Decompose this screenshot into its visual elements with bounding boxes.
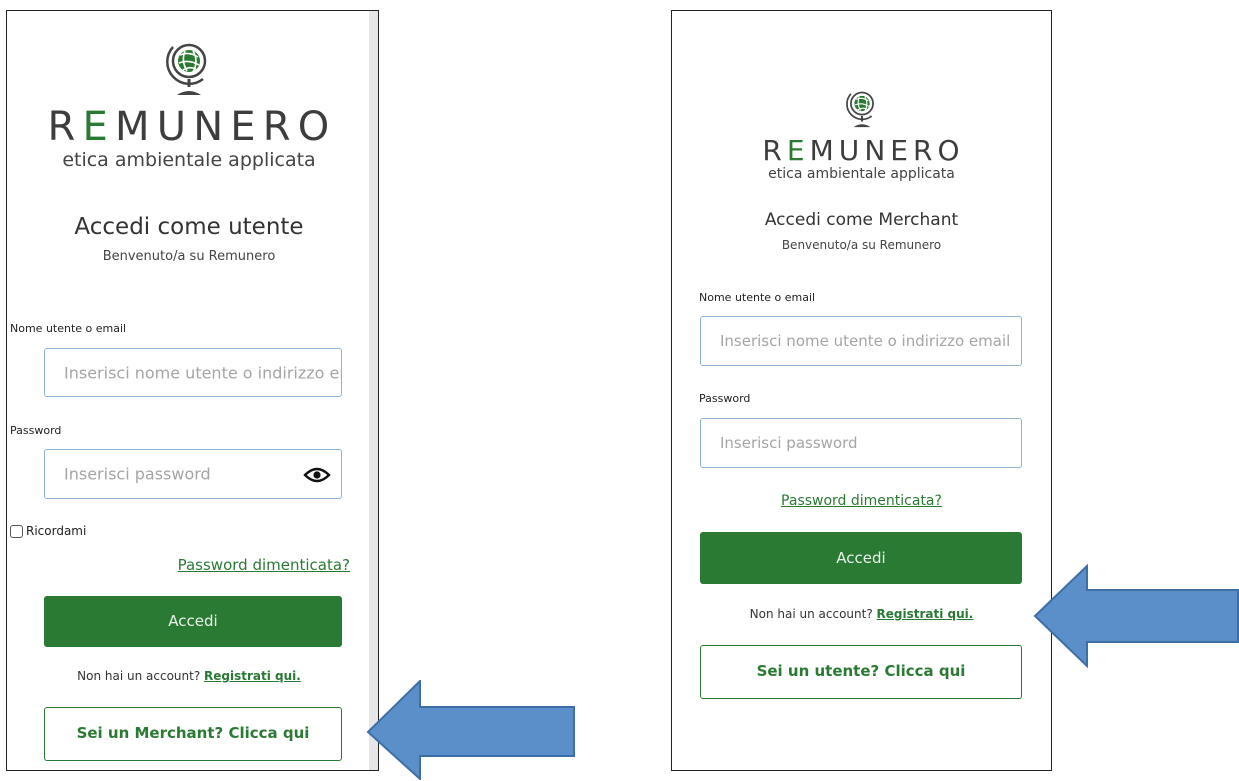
username-input[interactable]: Inserisci nome utente o indirizzo em <box>44 348 342 397</box>
signup-link[interactable]: Registrati qui. <box>204 669 301 683</box>
eye-icon[interactable] <box>303 466 331 484</box>
forgot-password-link[interactable]: Password dimenticata? <box>672 493 1051 509</box>
login-button[interactable]: Accedi <box>44 596 342 647</box>
remember-label: Ricordami <box>26 524 87 538</box>
page-title: Accedi come utente <box>74 214 304 240</box>
user-switch-button[interactable]: Sei un utente? Clicca qui <box>700 645 1022 699</box>
username-placeholder: Inserisci nome utente o indirizzo em <box>64 363 342 382</box>
username-placeholder: Inserisci nome utente o indirizzo email <box>720 332 1011 350</box>
signup-prompt: Non hai un account? Registrati qui. <box>7 669 371 683</box>
user-login-panel: REMUNERO etica ambientale applicata Acce… <box>6 10 379 771</box>
login-button[interactable]: Accedi <box>700 532 1022 584</box>
left-arrow-icon <box>366 680 575 780</box>
password-placeholder: Inserisci password <box>64 464 211 484</box>
merchant-login-panel: REMUNERO etica ambientale applicata Acce… <box>671 10 1052 771</box>
globe-icon <box>166 43 207 95</box>
signup-prompt-text: Non hai un account? <box>77 669 201 683</box>
remunero-logo: REMUNERO etica ambientale applicata <box>672 83 1051 182</box>
brand-tagline: etica ambientale applicata <box>62 149 316 171</box>
merchant-switch-button[interactable]: Sei un Merchant? Clicca qui <box>44 707 342 761</box>
page-subtitle: Benvenuto/a su Remunero <box>102 249 276 264</box>
remember-checkbox[interactable] <box>10 524 23 538</box>
right-arrow-icon <box>1033 564 1239 668</box>
password-input[interactable]: Inserisci password <box>44 449 342 499</box>
forgot-password-link[interactable]: Password dimenticata? <box>178 556 350 574</box>
password-label: Password <box>10 424 62 437</box>
brand-wordmark: REMUNERO <box>762 134 965 167</box>
remember-me[interactable]: Ricordami <box>10 524 86 538</box>
username-label: Nome utente o email <box>10 322 127 335</box>
signup-prompt-text: Non hai un account? <box>749 607 873 621</box>
signup-prompt: Non hai un account? Registrati qui. <box>672 607 1051 621</box>
password-placeholder: Inserisci password <box>720 434 858 452</box>
username-input[interactable]: Inserisci nome utente o indirizzo email <box>700 316 1022 366</box>
page-title: Accedi come Merchant <box>764 210 959 230</box>
username-label: Nome utente o email <box>699 291 816 304</box>
brand-wordmark: REMUNERO <box>47 104 337 150</box>
globe-icon <box>845 91 874 128</box>
remunero-logo: REMUNERO etica ambientale applicata <box>7 33 371 171</box>
brand-tagline: etica ambientale applicata <box>768 166 955 182</box>
page-subtitle: Benvenuto/a su Remunero <box>781 238 942 252</box>
password-label: Password <box>699 392 751 405</box>
password-input[interactable]: Inserisci password <box>700 418 1022 468</box>
signup-link[interactable]: Registrati qui. <box>877 607 974 621</box>
